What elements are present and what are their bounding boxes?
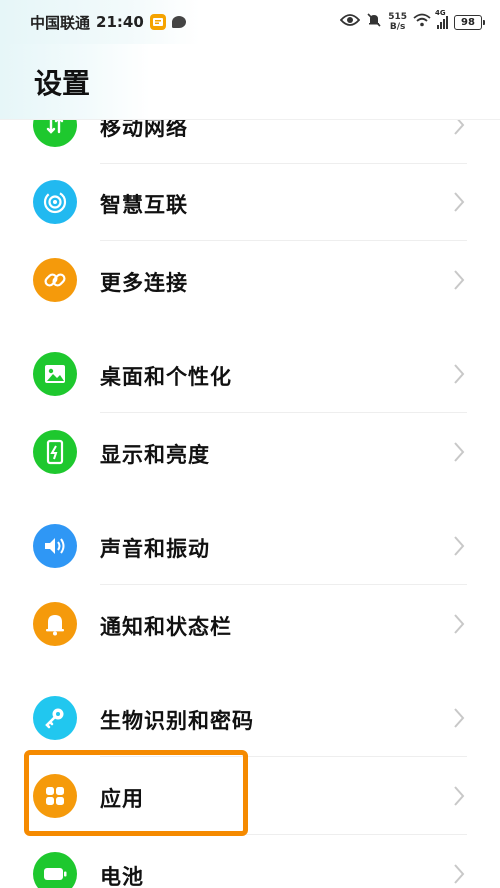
smart-connect-icon: [33, 180, 77, 224]
settings-item-smart-connect[interactable]: 智慧互联: [0, 163, 500, 241]
page-title: 设置: [34, 67, 91, 100]
settings-list: 移动网络 智慧互联 更多连接 桌面和个性化 显示和亮度 声音和振动 通知和状态栏…: [0, 0, 500, 888]
settings-item-notifications-status-bar[interactable]: 通知和状态栏: [0, 585, 500, 663]
settings-item-desktop-personalization[interactable]: 桌面和个性化: [0, 335, 500, 413]
chevron-right-icon: [454, 270, 465, 290]
link-icon: [33, 258, 77, 302]
chevron-right-icon: [454, 708, 465, 728]
settings-item-apps[interactable]: 应用: [0, 757, 500, 835]
settings-item-label: 通知和状态栏: [100, 615, 232, 639]
chevron-right-icon: [454, 442, 465, 462]
settings-item-label: 桌面和个性化: [100, 365, 232, 389]
settings-item-label: 电池: [100, 865, 144, 888]
settings-item-label: 生物识别和密码: [100, 709, 254, 733]
apps-grid-icon: [33, 774, 77, 818]
page-header: 设置: [0, 44, 500, 120]
settings-item-label: 智慧互联: [100, 193, 188, 217]
settings-item-display-brightness[interactable]: 显示和亮度: [0, 413, 500, 491]
key-icon: [33, 696, 77, 740]
settings-item-label: 更多连接: [100, 271, 188, 295]
chevron-right-icon: [454, 192, 465, 212]
chevron-right-icon: [454, 536, 465, 556]
settings-item-label: 显示和亮度: [100, 443, 210, 467]
settings-item-biometrics-password[interactable]: 生物识别和密码: [0, 679, 500, 757]
settings-item-battery[interactable]: 电池: [0, 835, 500, 888]
speaker-icon: [33, 524, 77, 568]
settings-item-sound-vibration[interactable]: 声音和振动: [0, 507, 500, 585]
image-icon: [33, 352, 77, 396]
settings-item-label: 应用: [100, 787, 144, 811]
battery-icon: [33, 852, 77, 888]
settings-item-label: 声音和振动: [100, 537, 210, 561]
bell-icon: [33, 602, 77, 646]
chevron-right-icon: [454, 864, 465, 884]
chevron-right-icon: [454, 614, 465, 634]
chevron-right-icon: [454, 364, 465, 384]
brightness-icon: [33, 430, 77, 474]
chevron-right-icon: [454, 786, 465, 806]
settings-item-more-connections[interactable]: 更多连接: [0, 241, 500, 319]
